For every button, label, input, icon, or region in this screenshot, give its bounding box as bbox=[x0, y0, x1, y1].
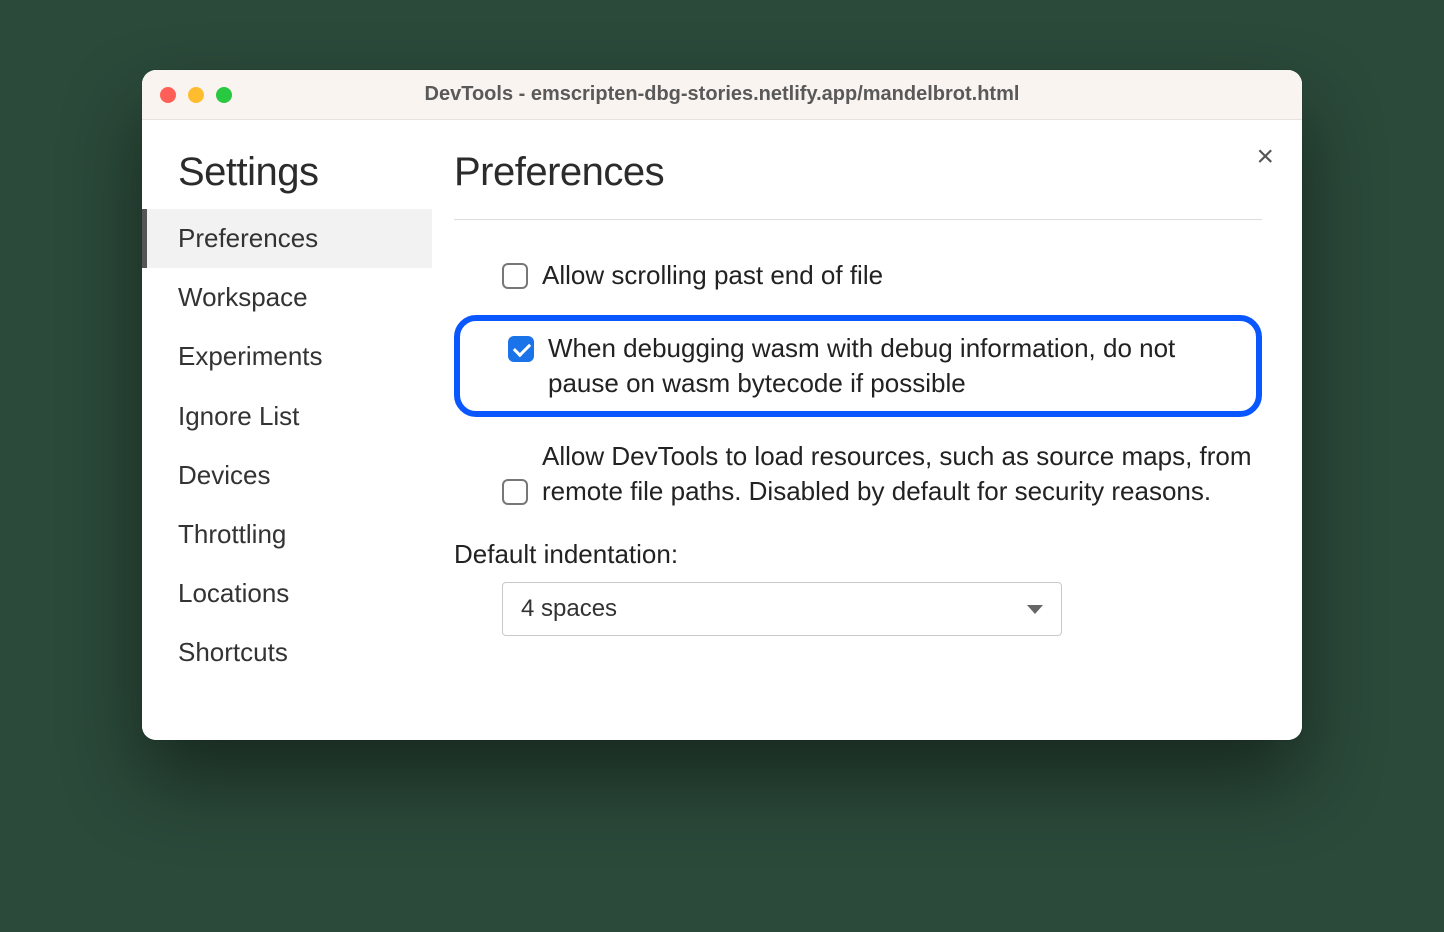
option-wasm-no-pause: When debugging wasm with debug informati… bbox=[454, 315, 1262, 417]
titlebar: DevTools - emscripten-dbg-stories.netlif… bbox=[142, 70, 1302, 120]
sidebar-item-throttling[interactable]: Throttling bbox=[142, 505, 432, 564]
indentation-select[interactable]: 4 spaces bbox=[502, 582, 1062, 636]
settings-sidebar: Settings Preferences Workspace Experimen… bbox=[142, 120, 432, 740]
close-icon[interactable]: × bbox=[1256, 142, 1274, 172]
sidebar-item-shortcuts[interactable]: Shortcuts bbox=[142, 623, 432, 682]
indentation-label: Default indentation: bbox=[454, 517, 1262, 582]
checkbox-allow-remote-file-paths[interactable] bbox=[502, 479, 528, 505]
checkbox-wasm-no-pause[interactable] bbox=[508, 336, 534, 362]
checkbox-allow-scroll-past-eof[interactable] bbox=[502, 263, 528, 289]
chevron-down-icon bbox=[1027, 605, 1043, 614]
option-label: Allow scrolling past end of file bbox=[542, 258, 883, 293]
option-allow-remote-file-paths: Allow DevTools to load resources, such a… bbox=[454, 431, 1262, 517]
option-label: When debugging wasm with debug informati… bbox=[548, 331, 1236, 401]
traffic-lights bbox=[160, 87, 232, 103]
indentation-value: 4 spaces bbox=[521, 595, 617, 623]
window-title: DevTools - emscripten-dbg-stories.netlif… bbox=[142, 83, 1302, 106]
sidebar-item-ignore-list[interactable]: Ignore List bbox=[142, 387, 432, 446]
option-allow-scroll-past-eof: Allow scrolling past end of file bbox=[454, 250, 1262, 301]
settings-panel: × Settings Preferences Workspace Experim… bbox=[142, 120, 1302, 740]
sidebar-title: Settings bbox=[142, 150, 432, 209]
sidebar-item-experiments[interactable]: Experiments bbox=[142, 327, 432, 386]
close-window-icon[interactable] bbox=[160, 87, 176, 103]
minimize-window-icon[interactable] bbox=[188, 87, 204, 103]
option-label: Allow DevTools to load resources, such a… bbox=[542, 439, 1262, 509]
options-list: Allow scrolling past end of file When de… bbox=[454, 220, 1262, 636]
sidebar-item-preferences[interactable]: Preferences bbox=[142, 209, 432, 268]
zoom-window-icon[interactable] bbox=[216, 87, 232, 103]
sidebar-item-devices[interactable]: Devices bbox=[142, 446, 432, 505]
preferences-pane: Preferences Allow scrolling past end of … bbox=[432, 120, 1302, 740]
devtools-window: DevTools - emscripten-dbg-stories.netlif… bbox=[142, 70, 1302, 740]
sidebar-item-locations[interactable]: Locations bbox=[142, 564, 432, 623]
page-title: Preferences bbox=[454, 150, 1262, 220]
sidebar-item-workspace[interactable]: Workspace bbox=[142, 268, 432, 327]
